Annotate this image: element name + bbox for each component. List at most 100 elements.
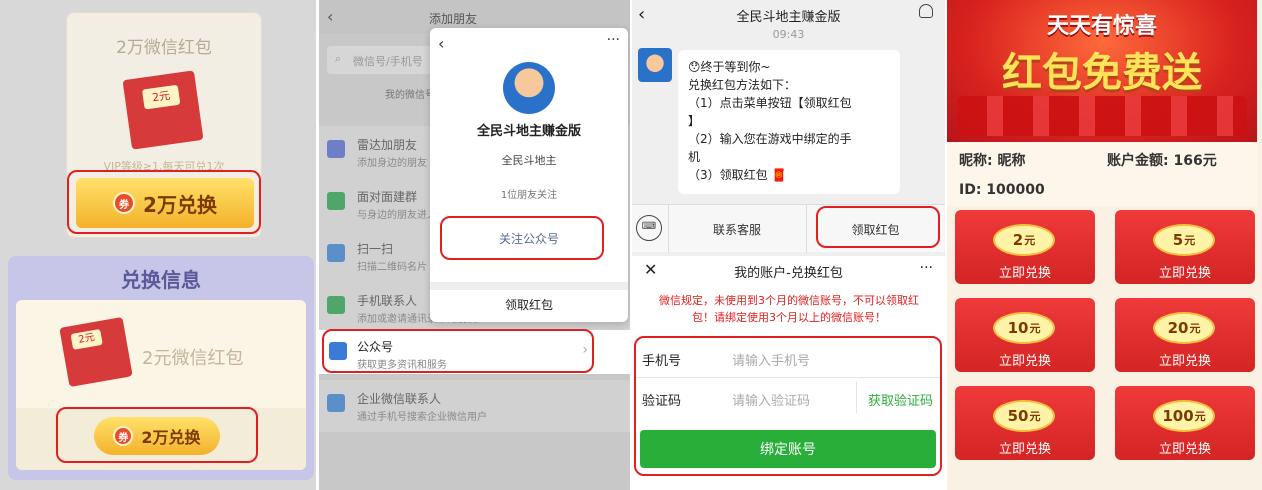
list-item[interactable]: 企业微信联系人通过手机号搜索企业微信用户 (319, 380, 630, 432)
red-packet-icon: 2元 (59, 316, 133, 388)
group-icon (327, 192, 345, 210)
notice-text: 微信规定，未使用到3个月的微信账号，不可以领取红包！请绑定使用3个月以上的微信账… (659, 294, 919, 324)
list-item-sub: 通过手机号搜索企业微信用户 (357, 412, 487, 423)
red-packets-decoration (957, 96, 1247, 136)
avatar (503, 62, 555, 114)
red-packet-icon: 2元 (122, 70, 204, 150)
message-line: （3）领取红包 🧧 (688, 168, 787, 182)
amount-unit: 元 (1024, 234, 1036, 247)
redeem-label: 立即兑换 (1158, 266, 1211, 281)
list-item-title: 手机联系人 (357, 294, 418, 308)
profile-icon[interactable] (919, 4, 933, 18)
list-item-title: 企业微信联系人 (357, 392, 442, 406)
redeem-tile[interactable]: 50 元 立即兑换 (955, 386, 1095, 460)
panel-wechat-chat: ‹ 全民斗地主赚金版 09:43 😯终于等到你~ 兑换红包方法如下： （1）点击… (632, 0, 945, 490)
account-profile-popup: ‹ ··· 全民斗地主赚金版 全民斗地主 1位朋友关注 关注公众号 领取红包 (430, 28, 628, 322)
divider (430, 282, 628, 290)
my-wechat-id: 我的微信号 (385, 90, 435, 101)
highlight-box (816, 206, 940, 248)
balance: 账户金额: 166元 (1107, 153, 1217, 169)
menu-contact-service[interactable]: 联系客服 (668, 221, 806, 238)
panel-game-exchange: 2万微信红包 2元 VIP等级≥1,每天可兑1次 券 2万兑换 兑换信息 2元 … (0, 0, 316, 490)
more-icon[interactable]: ··· (607, 32, 620, 48)
account-name: 全民斗地主赚金版 (476, 124, 581, 139)
amount-unit: 元 (1029, 410, 1041, 423)
list-item-sub: 扫描二维码名片 (357, 262, 427, 273)
search-bar[interactable]: ⌕ 微信号/手机号 (327, 46, 437, 74)
redeem-label: 立即兑换 (998, 442, 1051, 457)
account-sub: 全民斗地主 (501, 154, 557, 167)
scan-icon (327, 244, 345, 262)
more-icon[interactable]: ··· (920, 260, 933, 276)
redeem-tile[interactable]: 20 元 立即兑换 (1115, 298, 1255, 372)
amount-value: 100 (1162, 407, 1194, 425)
redeem-tile[interactable]: 2元 立即兑换 (955, 210, 1095, 284)
amount-value: 5 (1172, 231, 1184, 249)
redeem-tile[interactable]: 5元 立即兑换 (1115, 210, 1255, 284)
back-icon[interactable]: ‹ (327, 7, 333, 26)
amount-value: 20 (1167, 319, 1189, 337)
bind-account-button[interactable]: 绑定账号 (640, 430, 936, 468)
redeem-tile[interactable]: 100 元 立即兑换 (1115, 386, 1255, 460)
reward-title: 2万微信红包 (116, 38, 212, 58)
amount-unit: 元 (1194, 410, 1206, 423)
enterprise-icon (327, 394, 345, 412)
page-title: 添加朋友 (429, 12, 478, 26)
redeem-label: 立即兑换 (998, 354, 1051, 369)
sheet-title: 我的账户-兑换红包 (734, 266, 843, 281)
message-line: 兑换红包方法如下： (688, 78, 797, 92)
red-packet-amount: 2元 (141, 84, 181, 110)
amount-coin: 5元 (1153, 224, 1215, 256)
message-line: （1）点击菜单按钮【领取红包 (688, 96, 852, 110)
amount-value: 10 (1007, 319, 1029, 337)
message-time: 09:43 (772, 28, 805, 41)
keyboard-icon[interactable]: ⌨ (636, 215, 662, 241)
red-packet-amount: 2元 (70, 328, 103, 350)
amount-value: 2 (1012, 231, 1024, 249)
highlight-box (440, 216, 604, 260)
friends-following: 1位朋友关注 (500, 190, 558, 201)
promo-banner: 天天有惊喜 红包免费送 (947, 0, 1257, 142)
search-icon: ⌕ (335, 52, 342, 65)
message-line: 】 (688, 114, 701, 128)
redeem-label: 立即兑换 (998, 266, 1051, 281)
banner-main-text: 红包免费送 (1002, 50, 1202, 96)
list-item-title: 面对面建群 (357, 190, 418, 204)
back-icon[interactable]: ‹ (438, 34, 444, 53)
list-item-sub: 添加身边的朋友 (357, 158, 427, 169)
account-info: 昵称: 昵称 账户金额: 166元 ID: 100000 (947, 142, 1257, 206)
list-item-title: 雷达加朋友 (357, 138, 418, 152)
radar-icon (327, 140, 345, 158)
redeem-tile[interactable]: 10 元 立即兑换 (955, 298, 1095, 372)
redeem-label: 立即兑换 (1158, 442, 1211, 457)
message-bubble: 😯终于等到你~ 兑换红包方法如下： （1）点击菜单按钮【领取红包 】 （2）输入… (678, 50, 900, 194)
avatar (638, 48, 672, 82)
highlight-box (56, 407, 258, 463)
chat-title: 全民斗地主赚金版 (736, 10, 841, 25)
amount-value: 50 (1007, 407, 1029, 425)
message-line: 😯终于等到你~ (688, 60, 771, 74)
amount-coin: 100 元 (1153, 400, 1215, 432)
contacts-icon (327, 296, 345, 314)
claim-packet-menu[interactable]: 领取红包 (430, 296, 628, 313)
amount-coin: 50 元 (993, 400, 1055, 432)
exchange-item-title: 2元微信红包 (142, 348, 244, 369)
search-placeholder: 微信号/手机号 (353, 55, 423, 68)
amount-coin: 20 元 (1153, 312, 1215, 344)
message-line: 机 (688, 150, 701, 164)
list-item-title: 扫一扫 (357, 242, 394, 256)
banner-top-text: 天天有惊喜 (1046, 14, 1157, 39)
panel-red-packet-store: 天天有惊喜 红包免费送 昵称: 昵称 账户金额: 166元 ID: 100000… (947, 0, 1262, 490)
amount-unit: 元 (1189, 322, 1201, 335)
highlight-box (67, 170, 261, 234)
amount-coin: 10 元 (993, 312, 1055, 344)
redeem-label: 立即兑换 (1158, 354, 1211, 369)
panel-wechat-add-friend: ‹ 添加朋友 ⌕ 微信号/手机号 我的微信号 雷达加朋友添加身边的朋友 面对面建… (319, 0, 630, 490)
amount-unit: 元 (1029, 322, 1041, 335)
section-header: 兑换信息 (121, 268, 201, 292)
highlight-box (322, 329, 594, 373)
amount-coin: 2元 (993, 224, 1055, 256)
nickname: 昵称: 昵称 (959, 153, 1026, 169)
user-id: ID: 100000 (959, 182, 1045, 198)
amount-unit: 元 (1184, 234, 1196, 247)
